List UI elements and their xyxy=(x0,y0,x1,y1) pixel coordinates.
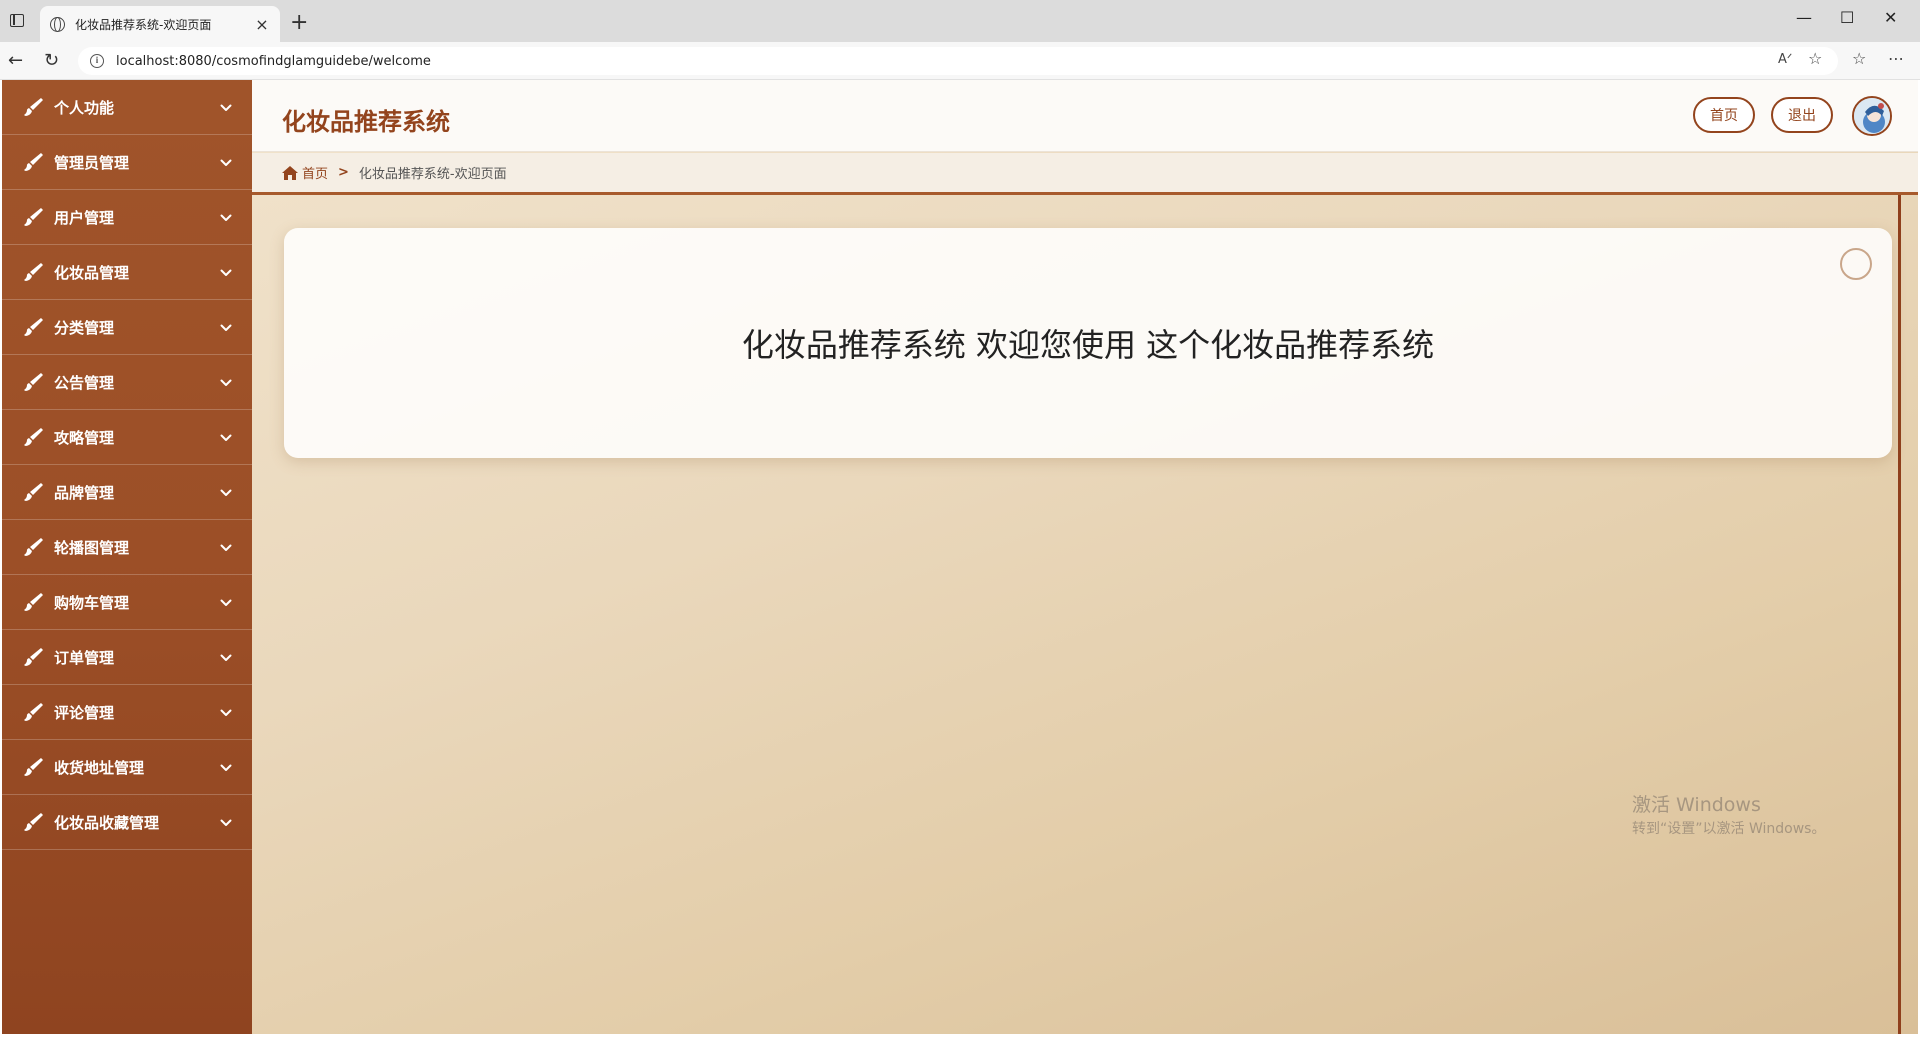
brush-icon xyxy=(22,96,44,118)
brush-icon xyxy=(22,646,44,668)
home-button[interactable]: 首页 xyxy=(1693,97,1755,133)
chevron-down-icon[interactable] xyxy=(220,814,232,826)
favorite-star-icon[interactable]: ☆ xyxy=(1808,49,1822,68)
url-input[interactable]: i localhost:8080/cosmofindglamguidebe/we… xyxy=(78,47,1838,75)
chevron-down-icon[interactable] xyxy=(220,649,232,661)
avatar-image xyxy=(1854,98,1890,134)
sidebar-item[interactable]: 化妆品收藏管理 xyxy=(2,795,252,850)
main-area: 化妆品推荐系统 首页 退出 首页 > 化妆品推荐系统-欢迎页面 化妆品推荐系统 … xyxy=(252,80,1918,1034)
brush-icon xyxy=(22,811,44,833)
favorites-icon[interactable]: ☆ xyxy=(1852,49,1866,68)
url-text: localhost:8080/cosmofindglamguidebe/welc… xyxy=(116,53,431,69)
minimize-icon[interactable]: — xyxy=(1796,8,1812,27)
chevron-down-icon[interactable] xyxy=(220,374,232,386)
chevron-down-icon[interactable] xyxy=(220,594,232,606)
read-aloud-icon[interactable]: Aᐟ xyxy=(1778,52,1792,67)
sidebar-item[interactable]: 收货地址管理 xyxy=(2,740,252,795)
brush-icon xyxy=(22,151,44,173)
sidebar-item[interactable]: 品牌管理 xyxy=(2,465,252,520)
globe-icon xyxy=(50,16,65,32)
sidebar-item-label: 攻略管理 xyxy=(54,428,115,447)
brush-icon xyxy=(22,426,44,448)
top-header: 化妆品推荐系统 首页 退出 xyxy=(252,80,1918,152)
circle-icon xyxy=(1840,248,1872,280)
sidebar-item-label: 轮播图管理 xyxy=(54,538,130,557)
chevron-down-icon[interactable] xyxy=(220,759,232,771)
sidebar-item-label: 收货地址管理 xyxy=(54,758,145,777)
browser-tab[interactable]: 化妆品推荐系统-欢迎页面 × xyxy=(40,6,280,42)
sidebar-item-label: 公告管理 xyxy=(54,373,115,392)
sidebar: 个人功能管理员管理用户管理化妆品管理分类管理公告管理攻略管理品牌管理轮播图管理购… xyxy=(2,80,252,1034)
sidebar-item[interactable]: 分类管理 xyxy=(2,300,252,355)
back-icon[interactable]: ← xyxy=(8,50,23,71)
chevron-down-icon[interactable] xyxy=(220,154,232,166)
browser-tab-bar: 化妆品推荐系统-欢迎页面 × + — ☐ ✕ xyxy=(0,0,1920,42)
chevron-down-icon[interactable] xyxy=(220,209,232,221)
more-icon[interactable]: ⋯ xyxy=(1888,49,1904,68)
sidebar-item-label: 管理员管理 xyxy=(54,153,130,172)
sidebar-item-label: 个人功能 xyxy=(54,98,115,117)
avatar[interactable] xyxy=(1852,96,1892,136)
logout-button[interactable]: 退出 xyxy=(1771,97,1833,133)
chevron-down-icon[interactable] xyxy=(220,429,232,441)
welcome-text: 化妆品推荐系统 欢迎您使用 这个化妆品推荐系统 xyxy=(741,326,1435,364)
sidebar-item-label: 用户管理 xyxy=(54,208,115,227)
sidebar-item-label: 购物车管理 xyxy=(54,593,130,612)
windows-activation-title: 激活 Windows xyxy=(1632,794,1761,816)
sidebar-item-label: 评论管理 xyxy=(54,703,115,722)
chevron-down-icon[interactable] xyxy=(220,539,232,551)
brush-icon xyxy=(22,591,44,613)
chevron-down-icon[interactable] xyxy=(220,264,232,276)
home-icon xyxy=(282,165,298,180)
sidebar-item[interactable]: 攻略管理 xyxy=(2,410,252,465)
breadcrumb-home-link[interactable]: 首页 xyxy=(302,163,328,182)
app-container: 个人功能管理员管理用户管理化妆品管理分类管理公告管理攻略管理品牌管理轮播图管理购… xyxy=(0,80,1920,1039)
sidebar-item[interactable]: 个人功能 xyxy=(2,80,252,135)
sidebar-item[interactable]: 化妆品管理 xyxy=(2,245,252,300)
site-info-icon[interactable]: i xyxy=(90,54,104,68)
sidebar-item[interactable]: 管理员管理 xyxy=(2,135,252,190)
brush-icon xyxy=(22,371,44,393)
brush-icon xyxy=(22,756,44,778)
brush-icon xyxy=(22,316,44,338)
chevron-down-icon[interactable] xyxy=(220,704,232,716)
sidebar-item[interactable]: 用户管理 xyxy=(2,190,252,245)
maximize-icon[interactable]: ☐ xyxy=(1840,8,1854,27)
close-tab-icon[interactable]: × xyxy=(254,15,270,34)
right-border-line xyxy=(1898,195,1901,1034)
chevron-down-icon[interactable] xyxy=(220,99,232,111)
sidebar-item[interactable]: 公告管理 xyxy=(2,355,252,410)
tab-title: 化妆品推荐系统-欢迎页面 xyxy=(75,17,212,32)
sidebar-item-label: 化妆品管理 xyxy=(54,263,130,282)
sidebar-item[interactable]: 购物车管理 xyxy=(2,575,252,630)
sidebar-item[interactable]: 评论管理 xyxy=(2,685,252,740)
sidebar-item[interactable]: 轮播图管理 xyxy=(2,520,252,575)
sidebar-item-label: 分类管理 xyxy=(54,318,115,337)
window-close-icon[interactable]: ✕ xyxy=(1884,8,1897,27)
brush-icon xyxy=(22,481,44,503)
reload-icon[interactable]: ↻ xyxy=(44,50,59,71)
sidebar-item-label: 化妆品收藏管理 xyxy=(54,813,160,832)
sidebar-item-label: 品牌管理 xyxy=(54,483,115,502)
breadcrumb: 首页 > 化妆品推荐系统-欢迎页面 xyxy=(252,153,1918,195)
app-title: 化妆品推荐系统 xyxy=(282,108,450,136)
breadcrumb-current: 化妆品推荐系统-欢迎页面 xyxy=(358,167,507,182)
address-bar-row: ← ↻ i localhost:8080/cosmofindglamguideb… xyxy=(0,42,1920,80)
brush-icon xyxy=(22,206,44,228)
sidebar-item-label: 订单管理 xyxy=(54,648,115,667)
welcome-card: 化妆品推荐系统 欢迎您使用 这个化妆品推荐系统 xyxy=(284,228,1892,458)
windows-activation-hint: 转到“设置”以激活 Windows。 xyxy=(1632,821,1826,837)
chevron-down-icon[interactable] xyxy=(220,484,232,496)
tab-actions-icon[interactable] xyxy=(10,14,24,27)
brush-icon xyxy=(22,536,44,558)
new-tab-icon[interactable]: + xyxy=(290,10,308,35)
breadcrumb-separator: > xyxy=(338,165,349,180)
sidebar-item[interactable]: 订单管理 xyxy=(2,630,252,685)
brush-icon xyxy=(22,701,44,723)
brush-icon xyxy=(22,261,44,283)
chevron-down-icon[interactable] xyxy=(220,319,232,331)
